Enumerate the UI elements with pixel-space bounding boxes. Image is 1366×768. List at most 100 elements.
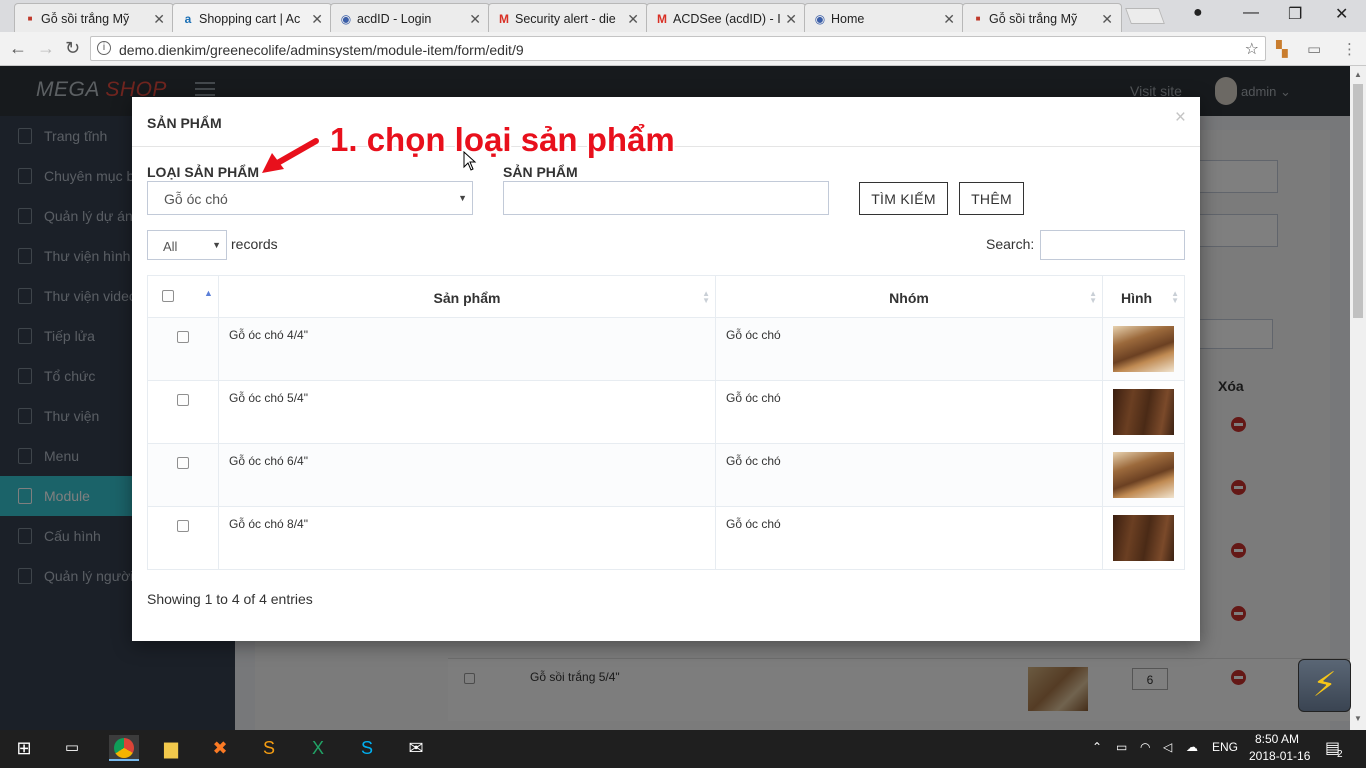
column-header-group[interactable]: Nhóm ▲ ▼ xyxy=(716,276,1103,318)
table-row: Gỗ óc chó 4/4" Gỗ óc chó xyxy=(148,318,1184,381)
address-bar[interactable]: i demo.dienkim/greenecolife/adminsystem/… xyxy=(90,36,1266,61)
extension-icon[interactable]: ▚ xyxy=(1276,40,1288,58)
table-row: Gỗ óc chó 6/4" Gỗ óc chó xyxy=(148,444,1184,507)
search-label: Search: xyxy=(986,236,1035,252)
bookmark-star-icon[interactable]: ☆ xyxy=(1245,39,1259,59)
add-button[interactable]: THÊM xyxy=(959,182,1024,215)
maximize-icon[interactable]: ❐ xyxy=(1288,4,1302,24)
table-info: Showing 1 to 4 of 4 entries xyxy=(147,591,313,607)
clock-date[interactable]: 2018-01-16 xyxy=(1249,749,1310,763)
category-select[interactable]: Gỗ óc chó ▼ xyxy=(147,181,473,215)
browser-tab[interactable]: ■ Gỗ sồi trắng Mỹ ✕ xyxy=(962,3,1122,32)
product-thumbnail xyxy=(1113,452,1174,498)
cast-icon[interactable]: ▭ xyxy=(1307,40,1321,58)
select-all-checkbox[interactable] xyxy=(162,290,174,302)
forward-icon[interactable]: → xyxy=(37,38,55,59)
product-modal: SẢN PHẨM × 1. chọn loại sản phẩm LOẠI SẢ… xyxy=(132,97,1200,641)
browser-toolbar: ← → ↻ i demo.dienkim/greenecolife/admins… xyxy=(0,32,1366,66)
clock-time[interactable]: 8:50 AM xyxy=(1255,732,1299,746)
page-length-select[interactable]: All ▼ xyxy=(147,230,227,260)
dropdown-caret-icon: ▼ xyxy=(212,240,221,250)
group-name: Gỗ óc chó xyxy=(716,507,1103,570)
row-checkbox[interactable] xyxy=(177,520,189,532)
sort-icon: ▲ ▼ xyxy=(702,289,710,305)
close-tab-icon[interactable]: ✕ xyxy=(1101,11,1113,28)
close-tab-icon[interactable]: ✕ xyxy=(153,11,165,28)
annotation-arrow-icon xyxy=(262,138,319,173)
excel-icon[interactable]: X xyxy=(305,735,331,761)
row-checkbox[interactable] xyxy=(177,331,189,343)
volume-icon[interactable]: ◁ xyxy=(1163,740,1172,754)
group-name: Gỗ óc chó xyxy=(716,381,1103,444)
sublime-text-icon[interactable]: S xyxy=(256,735,282,761)
browser-tab-strip: ■ Gỗ sồi trắng Mỹ ✕ a Shopping cart | Ac… xyxy=(0,0,1366,32)
close-tab-icon[interactable]: ✕ xyxy=(469,11,481,28)
browser-tab[interactable]: ◉ Home ✕ xyxy=(804,3,964,32)
info-icon[interactable]: i xyxy=(97,41,111,55)
scroll-up-icon[interactable]: ▲ xyxy=(1354,70,1362,79)
close-tab-icon[interactable]: ✕ xyxy=(627,11,639,28)
acd-favicon-icon: a xyxy=(184,12,192,26)
back-icon[interactable]: ← xyxy=(9,38,27,59)
modal-title: SẢN PHẨM xyxy=(147,115,222,131)
windows-start-icon[interactable]: ⊞ xyxy=(11,735,37,761)
close-tab-icon[interactable]: ✕ xyxy=(785,11,797,28)
product-thumbnail xyxy=(1113,515,1174,561)
sort-asc-icon[interactable]: ▲ xyxy=(204,288,213,298)
close-window-icon[interactable]: ✕ xyxy=(1335,4,1348,24)
battery-icon[interactable]: ▭ xyxy=(1116,740,1127,754)
search-button[interactable]: TÌM KIẾM xyxy=(859,182,948,215)
browser-tab[interactable]: ◉ acdID - Login ✕ xyxy=(330,3,490,32)
product-table: ▲ Sản phẩm ▲ ▼ Nhóm ▲ ▼ Hình ▲ ▼ Gỗ óc chó … xyxy=(147,275,1185,570)
skype-icon[interactable]: S xyxy=(354,735,380,761)
site-favicon-icon: ■ xyxy=(975,14,981,23)
mail-icon[interactable]: ✉ xyxy=(403,735,429,761)
task-view-icon[interactable]: ▭ xyxy=(59,735,85,761)
product-input[interactable] xyxy=(503,181,829,215)
eye-favicon-icon: ◉ xyxy=(340,12,352,26)
xampp-icon[interactable]: ✖ xyxy=(207,735,233,761)
onedrive-icon[interactable]: ☁ xyxy=(1186,740,1198,754)
browser-tab[interactable]: M ACDSee (acdID) - I ✕ xyxy=(646,3,806,32)
gmail-favicon-icon: M xyxy=(657,12,667,26)
scrollbar-thumb[interactable] xyxy=(1353,84,1363,318)
dropdown-caret-icon: ▼ xyxy=(458,193,467,203)
taskbar: ⊞ ▭ ▆ ✖ S X S ✉ ⌃ ▭ ◠ ◁ ☁ ENG 8:50 AM 20… xyxy=(0,730,1366,768)
chrome-icon[interactable] xyxy=(109,735,139,761)
network-icon[interactable]: ◠ xyxy=(1140,740,1150,754)
profile-icon[interactable]: ● xyxy=(1193,4,1203,22)
mouse-cursor-icon xyxy=(463,151,477,171)
browser-tab-active[interactable]: a Shopping cart | Ac ✕ xyxy=(172,3,332,32)
menu-dots-icon[interactable]: ⋮ xyxy=(1342,40,1357,58)
file-explorer-icon[interactable]: ▆ xyxy=(158,735,184,761)
product-name: Gỗ óc chó 5/4" xyxy=(219,381,716,444)
browser-tab[interactable]: ■ Gỗ sồi trắng Mỹ ✕ xyxy=(14,3,174,32)
close-tab-icon[interactable]: ✕ xyxy=(311,11,323,28)
close-tab-icon[interactable]: ✕ xyxy=(943,11,955,28)
product-thumbnail xyxy=(1113,389,1174,435)
browser-tab[interactable]: M Security alert - die ✕ xyxy=(488,3,648,32)
show-hidden-icons-icon[interactable]: ⌃ xyxy=(1092,740,1102,754)
product-thumbnail xyxy=(1113,326,1174,372)
row-checkbox[interactable] xyxy=(177,394,189,406)
group-name: Gỗ óc chó xyxy=(716,318,1103,381)
product-name: Gỗ óc chó 8/4" xyxy=(219,507,716,570)
reload-icon[interactable]: ↻ xyxy=(65,38,80,59)
scroll-down-icon[interactable]: ▼ xyxy=(1354,714,1362,723)
notification-count: 2 xyxy=(1337,749,1343,760)
minimize-icon[interactable]: — xyxy=(1243,4,1259,22)
column-header-product[interactable]: Sản phẩm ▲ ▼ xyxy=(219,276,716,318)
new-tab-button[interactable] xyxy=(1125,8,1165,24)
sort-icon: ▲ ▼ xyxy=(1171,289,1179,305)
group-name: Gỗ óc chó xyxy=(716,444,1103,507)
lightning-bolt-icon[interactable]: ⚡ xyxy=(1298,659,1351,712)
table-row: Gỗ óc chó 5/4" Gỗ óc chó xyxy=(148,381,1184,444)
row-checkbox[interactable] xyxy=(177,457,189,469)
close-icon[interactable]: × xyxy=(1175,107,1186,129)
product-label: SẢN PHẨM xyxy=(503,164,578,180)
language-indicator[interactable]: ENG xyxy=(1212,740,1238,754)
column-header-image[interactable]: Hình ▲ ▼ xyxy=(1103,276,1184,318)
table-search-input[interactable] xyxy=(1040,230,1185,260)
product-name: Gỗ óc chó 4/4" xyxy=(219,318,716,381)
page-scrollbar[interactable]: ▲ ▼ xyxy=(1350,66,1366,730)
